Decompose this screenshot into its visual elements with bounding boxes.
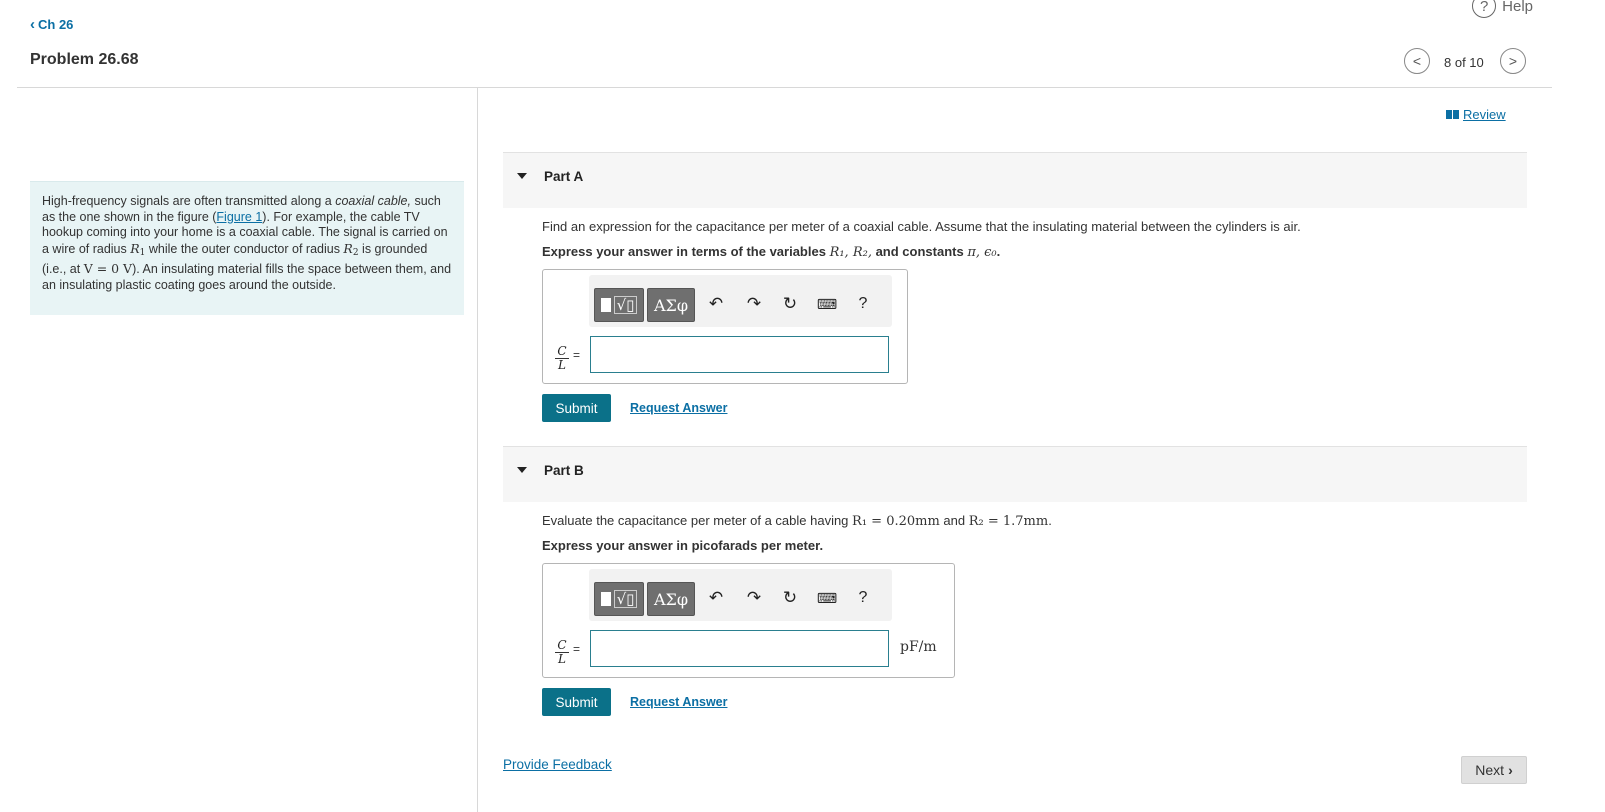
keyboard-icon[interactable]: ⌨ — [815, 289, 839, 319]
radical-icon: √▯ — [613, 590, 638, 608]
unit-label: pF/m — [900, 639, 937, 655]
templates-button[interactable]: √▯ — [594, 288, 644, 322]
math-r2: R2 — [343, 240, 358, 258]
redo-icon[interactable]: ↷ — [742, 583, 766, 613]
math-toolbar: √▯ ΑΣφ ↶ ↷ ↻ ⌨ ? — [589, 569, 892, 621]
back-link-label: Ch 26 — [38, 17, 74, 32]
lhs-fraction: CL — [555, 345, 569, 371]
part-a-prompt: Find an expression for the capacitance p… — [542, 219, 1301, 234]
help-label: Help — [1502, 0, 1533, 15]
fraction-denominator: L — [558, 358, 566, 372]
page-title: Problem 26.68 — [30, 51, 139, 68]
math-r2-value: R₂ = 1.7mm — [968, 514, 1049, 529]
greek-symbols-button[interactable]: ΑΣφ — [647, 288, 695, 322]
intro-emphasis: coaxial cable, — [335, 194, 411, 208]
undo-icon[interactable]: ↶ — [704, 583, 728, 613]
header-divider — [17, 87, 1552, 88]
problem-pager: 8 of 10 — [1444, 55, 1484, 70]
help-icon: ? — [1472, 0, 1497, 18]
fraction-numerator: C — [555, 639, 569, 653]
prompt-text: Evaluate the capacitance per meter of a … — [542, 513, 853, 528]
prompt-text: . — [1048, 513, 1052, 528]
prompt-text: and — [939, 513, 969, 528]
part-b-prompt: Evaluate the capacitance per meter of a … — [542, 513, 1052, 529]
chevron-left-icon: ‹ — [30, 16, 35, 33]
part-a-answer-box: √▯ ΑΣφ ↶ ↷ ↻ ⌨ ? CL = — [542, 269, 908, 384]
help-button[interactable]: ? Help — [1472, 0, 1533, 18]
figure-link[interactable]: Figure 1 — [216, 210, 262, 224]
help-question-button[interactable]: ? — [851, 289, 875, 319]
collapse-triangle-icon — [517, 173, 527, 179]
instr-constants: π, ϵ₀ — [967, 245, 997, 260]
column-divider — [477, 88, 478, 812]
templates-button[interactable]: √▯ — [594, 582, 644, 616]
math-voltage: V = 0 V — [83, 261, 133, 277]
next-button[interactable]: Next › — [1461, 756, 1527, 784]
equals-sign: = — [573, 348, 581, 362]
part-b-instructions: Express your answer in picofarads per me… — [542, 538, 824, 553]
chevron-right-icon: > — [1508, 53, 1518, 69]
part-b-answer-box: √▯ ΑΣφ ↶ ↷ ↻ ⌨ ? CL = pF/m — [542, 563, 955, 678]
math-symbol: R — [343, 240, 353, 256]
provide-feedback-link[interactable]: Provide Feedback — [503, 757, 612, 772]
part-a-label: Part A — [544, 169, 584, 184]
math-toolbar: √▯ ΑΣφ ↶ ↷ ↻ ⌨ ? — [589, 275, 892, 327]
reset-icon[interactable]: ↻ — [778, 289, 802, 319]
undo-icon[interactable]: ↶ — [704, 289, 728, 319]
problem-intro: High-frequency signals are often transmi… — [30, 181, 464, 315]
next-label: Next — [1475, 762, 1505, 778]
part-b-label: Part B — [544, 463, 584, 478]
back-to-chapter-link[interactable]: ‹ Ch 26 — [30, 17, 73, 32]
part-a-header[interactable]: Part A — [503, 152, 1527, 208]
equals-sign: = — [573, 642, 581, 656]
review-label: Review — [1463, 107, 1506, 122]
radical-icon: √▯ — [613, 296, 638, 314]
lhs-fraction: CL — [555, 639, 569, 665]
math-symbol: R — [130, 240, 140, 256]
next-problem-button[interactable]: > — [1500, 48, 1526, 74]
part-b-answer-input[interactable] — [590, 630, 889, 667]
math-r1: R1 — [130, 240, 145, 258]
instr-text: . — [996, 244, 1001, 259]
part-a-submit-button[interactable]: Submit — [542, 394, 611, 422]
intro-text: High-frequency signals are often transmi… — [42, 194, 336, 208]
fraction-numerator: C — [555, 345, 569, 359]
template-block-icon — [600, 298, 611, 312]
instr-text: Express your answer in terms of the vari… — [542, 244, 830, 259]
previous-problem-button[interactable]: < — [1404, 48, 1430, 74]
book-icon — [1446, 110, 1459, 119]
template-block-icon — [600, 592, 611, 606]
chevron-left-icon: < — [1412, 53, 1422, 69]
instr-variables: R₁, R₂, — [829, 245, 872, 260]
part-a-instructions: Express your answer in terms of the vari… — [542, 244, 1000, 260]
part-b-request-answer-link[interactable]: Request Answer — [630, 695, 727, 709]
math-r1-value: R₁ = 0.20mm — [852, 514, 940, 529]
help-question-button[interactable]: ? — [851, 583, 875, 613]
instr-text: and constants — [871, 244, 968, 259]
part-b-submit-button[interactable]: Submit — [542, 688, 611, 716]
greek-symbols-button[interactable]: ΑΣφ — [647, 582, 695, 616]
collapse-triangle-icon — [517, 467, 527, 473]
reset-icon[interactable]: ↻ — [778, 583, 802, 613]
redo-icon[interactable]: ↷ — [742, 289, 766, 319]
chevron-right-icon: › — [1508, 762, 1513, 778]
intro-text: while the outer conductor of radius — [145, 241, 344, 256]
fraction-denominator: L — [558, 652, 566, 666]
part-b-header[interactable]: Part B — [503, 446, 1527, 502]
review-link[interactable]: Review — [1446, 107, 1506, 122]
keyboard-icon[interactable]: ⌨ — [815, 583, 839, 613]
part-a-request-answer-link[interactable]: Request Answer — [630, 401, 727, 415]
part-a-answer-input[interactable] — [590, 336, 889, 373]
